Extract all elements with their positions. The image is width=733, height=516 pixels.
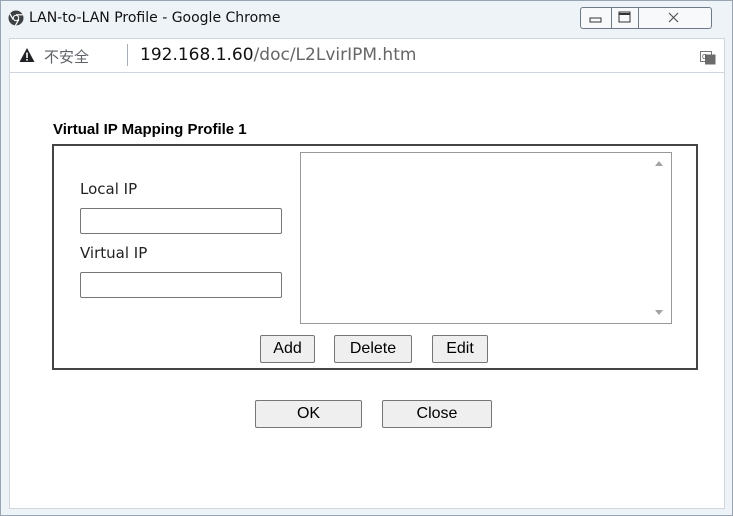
chrome-icon (8, 10, 24, 26)
edit-button[interactable]: Edit (432, 335, 488, 363)
maximize-button[interactable] (611, 7, 639, 29)
address-divider (127, 44, 128, 66)
security-status[interactable]: 不安全 (44, 46, 89, 67)
local-ip-input[interactable] (80, 208, 282, 234)
page-content: Virtual IP Mapping Profile 1 Local IP Vi… (9, 73, 725, 509)
translate-icon[interactable]: G (700, 51, 716, 65)
url-host: 192.168.1.60 (140, 45, 254, 65)
url-path: /doc/L2LvirIPM.htm (253, 45, 417, 65)
mapping-panel: Local IP Virtual IP Add Delete Edit (52, 144, 698, 370)
url-text[interactable]: 192.168.1.60/doc/L2LvirIPM.htm (140, 45, 416, 65)
minimize-icon (589, 17, 602, 23)
address-bar[interactable]: 不安全 192.168.1.60/doc/L2LvirIPM.htm G (9, 38, 725, 73)
window-close-button[interactable] (638, 7, 712, 29)
minimize-button[interactable] (580, 7, 612, 29)
warning-icon (19, 48, 35, 62)
close-button[interactable]: Close (382, 400, 492, 428)
title-bar: LAN-to-LAN Profile - Google Chrome (1, 1, 732, 38)
window-title: LAN-to-LAN Profile - Google Chrome (29, 10, 281, 26)
add-button[interactable]: Add (260, 335, 315, 363)
browser-window: LAN-to-LAN Profile - Google Chrome 不安全 1… (0, 0, 733, 516)
virtual-ip-input[interactable] (80, 272, 282, 298)
mapping-listbox[interactable] (300, 152, 672, 324)
close-icon (668, 12, 679, 23)
ok-button[interactable]: OK (255, 400, 362, 428)
scroll-up-arrow-icon[interactable] (655, 161, 663, 166)
maximize-icon (618, 11, 631, 23)
scroll-down-arrow-icon[interactable] (655, 310, 663, 315)
delete-button[interactable]: Delete (334, 335, 412, 363)
section-title: Virtual IP Mapping Profile 1 (53, 121, 247, 138)
local-ip-label: Local IP (80, 180, 138, 198)
svg-text:G: G (702, 54, 707, 61)
virtual-ip-label: Virtual IP (80, 244, 148, 262)
